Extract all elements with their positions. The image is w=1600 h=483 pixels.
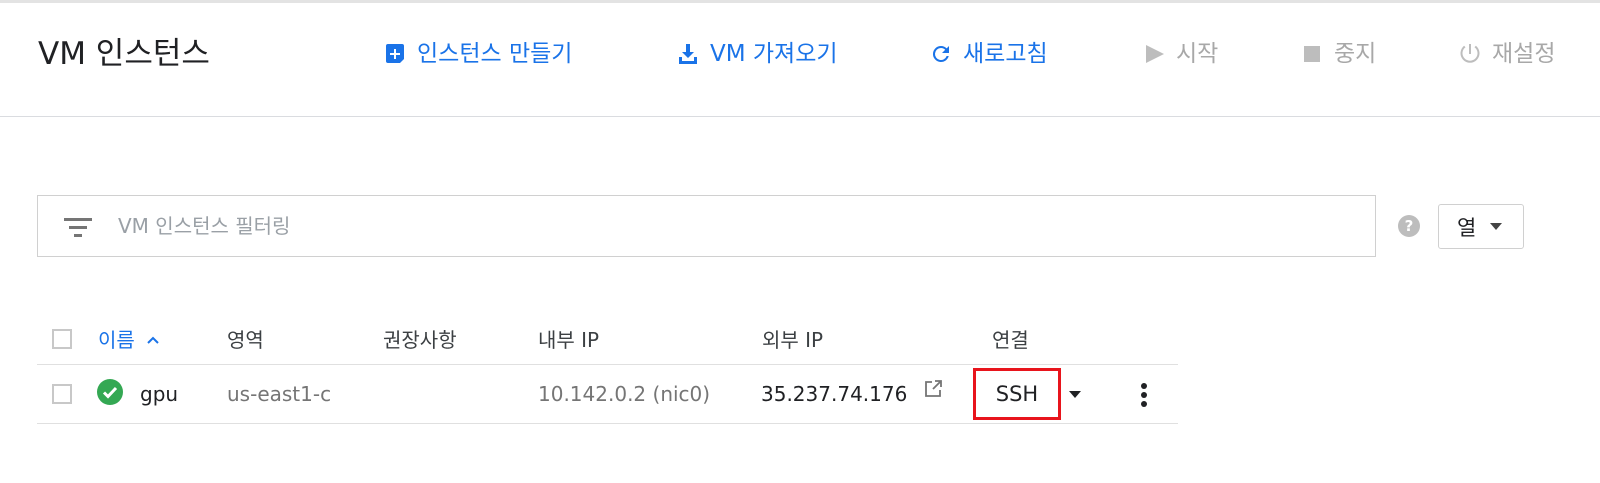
play-icon xyxy=(1146,45,1164,63)
instance-external-ip[interactable]: 35.237.74.176 xyxy=(761,380,907,408)
column-internal-ip-header[interactable]: 내부 IP xyxy=(538,326,599,354)
select-all-checkbox[interactable] xyxy=(52,329,72,349)
download-icon xyxy=(679,44,697,64)
column-name-header[interactable]: 이름 xyxy=(98,326,161,354)
stop-label: 중지 xyxy=(1334,41,1377,67)
instance-name[interactable]: gpu xyxy=(140,380,178,408)
internal-ip-value: 10.142.0.2 xyxy=(538,382,647,406)
refresh-label: 새로고침 xyxy=(963,41,1048,67)
ssh-dropdown-caret-icon[interactable] xyxy=(1069,391,1081,398)
caret-down-icon xyxy=(1490,223,1503,230)
stop-icon xyxy=(1304,46,1320,62)
stop-button[interactable]: 중지 xyxy=(1300,38,1376,70)
help-icon[interactable]: ? xyxy=(1398,215,1420,237)
column-name-label: 이름 xyxy=(98,328,135,352)
table-header-row: 이름 영역 권장사항 내부 IP 외부 IP 연결 xyxy=(37,315,1178,365)
refresh-button[interactable]: 새로고침 xyxy=(929,38,1048,70)
table-row: gpu us-east1-c 10.142.0.2 (nic0) 35.237.… xyxy=(37,365,1178,424)
row-checkbox[interactable] xyxy=(52,384,72,404)
column-connect-header: 연결 xyxy=(992,328,1029,352)
reset-button[interactable]: 재설정 xyxy=(1458,38,1555,70)
create-instance-label: 인스턴스 만들기 xyxy=(417,41,573,67)
start-label: 시작 xyxy=(1176,41,1219,67)
import-vm-label: VM 가져오기 xyxy=(710,41,838,67)
column-external-ip-header[interactable]: 외부 IP xyxy=(762,326,823,354)
column-recommendation-header[interactable]: 권장사항 xyxy=(383,326,457,354)
page-header: VM 인스턴스 인스턴스 만들기 VM 가져오기 새로고침 시작 중지 재설정 xyxy=(0,3,1600,117)
import-vm-button[interactable]: VM 가져오기 xyxy=(676,38,838,70)
filter-icon xyxy=(64,218,92,237)
instance-internal-ip: 10.142.0.2 (nic0) xyxy=(538,380,710,408)
add-box-icon xyxy=(386,44,404,63)
columns-button[interactable]: 열 xyxy=(1438,204,1524,249)
external-link-icon[interactable] xyxy=(923,379,943,399)
ssh-button[interactable]: SSH xyxy=(973,368,1061,420)
columns-label: 열 xyxy=(1457,215,1477,240)
start-button[interactable]: 시작 xyxy=(1142,38,1218,70)
create-instance-button[interactable]: 인스턴스 만들기 xyxy=(383,38,572,70)
nic-value: (nic0) xyxy=(652,382,711,406)
column-zone-header[interactable]: 영역 xyxy=(227,326,264,354)
check-circle-icon xyxy=(97,379,123,405)
page-title: VM 인스턴스 xyxy=(38,36,210,72)
instance-zone: us-east1-c xyxy=(227,382,332,406)
filter-bar xyxy=(37,195,1376,257)
power-icon xyxy=(1460,44,1480,63)
reset-label: 재설정 xyxy=(1492,41,1556,67)
filter-input[interactable] xyxy=(118,210,1318,242)
more-vert-icon[interactable] xyxy=(1135,382,1153,408)
chevron-up-icon xyxy=(147,336,159,344)
refresh-icon xyxy=(932,45,949,62)
